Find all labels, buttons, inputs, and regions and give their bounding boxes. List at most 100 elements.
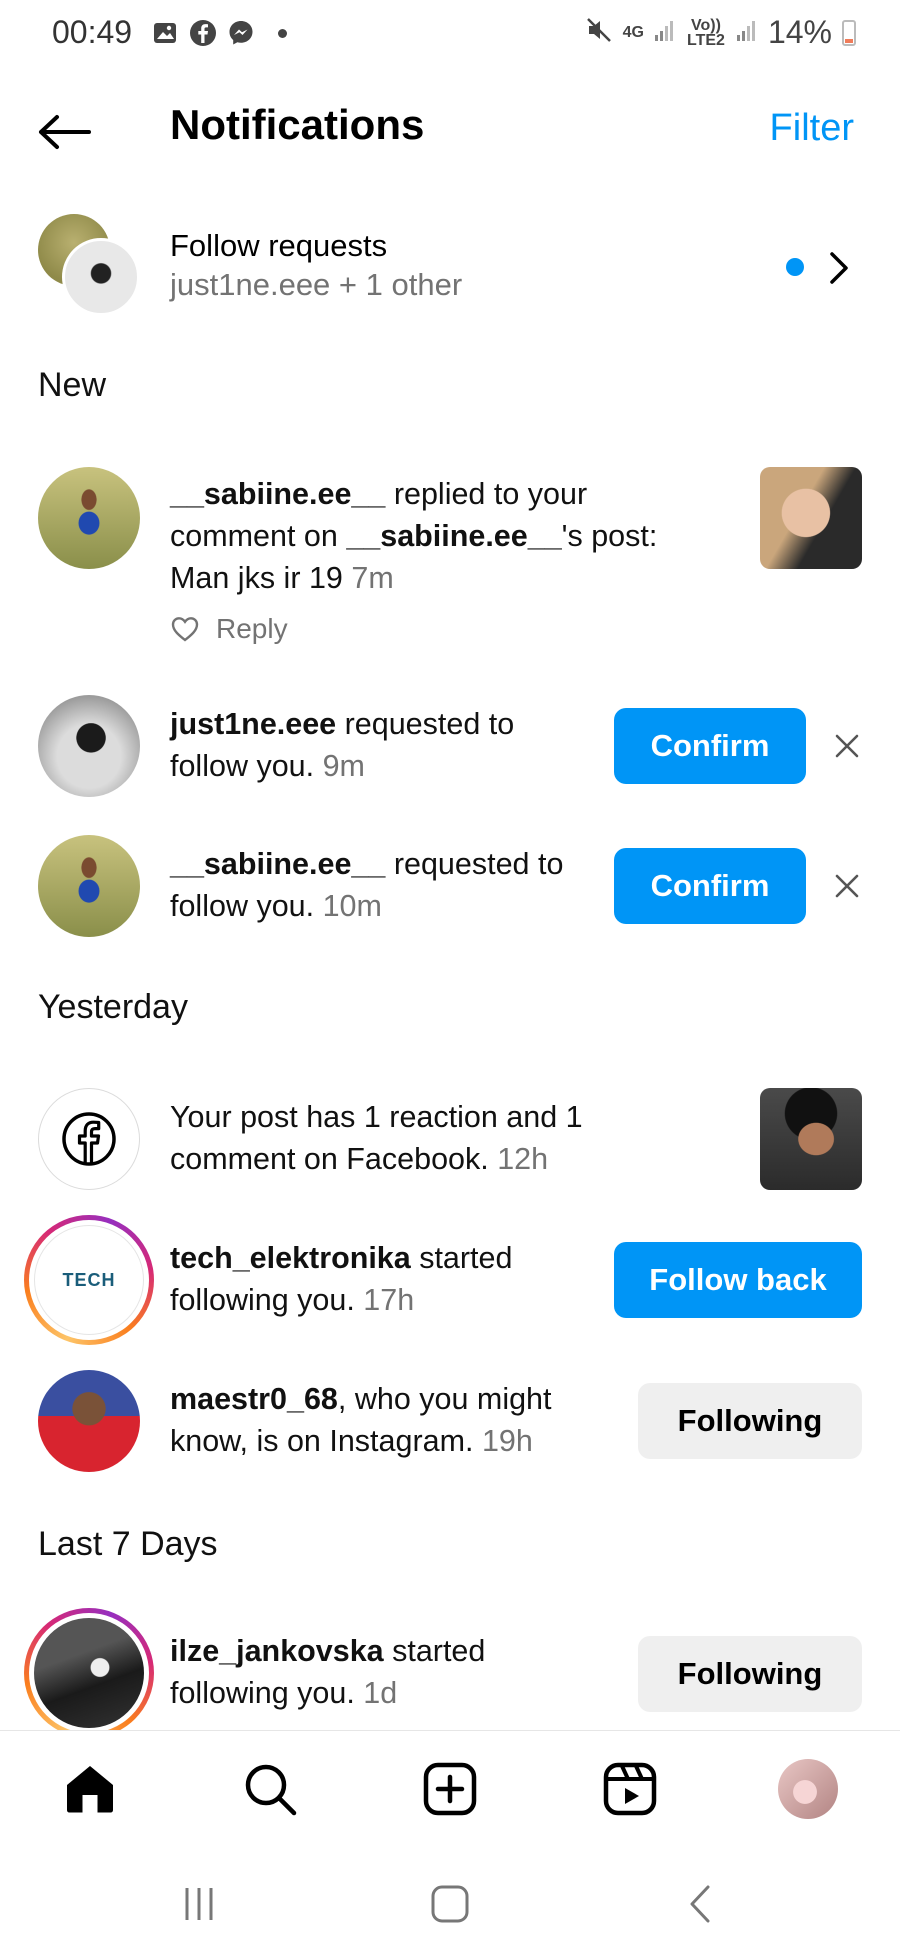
notification-row[interactable]: TECH tech_elektronika started following … bbox=[0, 1215, 900, 1350]
follow-requests-title: Follow requests bbox=[170, 228, 388, 263]
network-volte-label: Vo)) LTE2 bbox=[686, 16, 725, 49]
notification-row[interactable]: ilze_jankovska started following you. 1d… bbox=[0, 1608, 900, 1730]
confirm-button[interactable]: Confirm bbox=[614, 708, 806, 784]
heart-icon[interactable] bbox=[170, 615, 200, 643]
search-icon bbox=[245, 1764, 297, 1816]
status-notification-icons bbox=[150, 18, 287, 48]
timestamp: 19h bbox=[481, 1424, 533, 1458]
following-button[interactable]: Following bbox=[638, 1383, 862, 1459]
status-bar: 00:49 4G Vo)) LTE2 14% bbox=[0, 0, 900, 70]
home-button[interactable] bbox=[425, 1879, 475, 1929]
avatar[interactable] bbox=[38, 467, 140, 569]
notification-row[interactable]: __sabiine.ee__ requested to follow you. … bbox=[0, 835, 900, 945]
messenger-status-icon bbox=[226, 18, 256, 48]
unread-dot bbox=[786, 258, 804, 276]
battery-percent: 14% bbox=[767, 14, 832, 50]
following-button[interactable]: Following bbox=[638, 1636, 862, 1712]
network-4g-label: 4G bbox=[622, 24, 644, 41]
nav-search[interactable] bbox=[240, 1759, 300, 1819]
notification-text: __sabiine.ee__ replied to your comment o… bbox=[170, 477, 658, 595]
signal-icon bbox=[654, 18, 676, 47]
bottom-navigation bbox=[0, 1730, 900, 1845]
timestamp: 7m bbox=[351, 561, 394, 595]
username[interactable]: __sabiine.ee__ bbox=[170, 477, 385, 511]
post-thumbnail[interactable] bbox=[760, 1088, 862, 1190]
notification-row[interactable]: __sabiine.ee__ replied to your comment o… bbox=[0, 465, 900, 665]
reply-button[interactable]: Reply bbox=[216, 613, 288, 645]
status-time: 00:49 bbox=[52, 14, 133, 50]
nav-profile[interactable] bbox=[778, 1759, 838, 1819]
header: Notifications Filter bbox=[0, 95, 900, 165]
username[interactable]: maestr0_68 bbox=[170, 1382, 338, 1416]
home-icon bbox=[67, 1766, 113, 1813]
close-icon bbox=[835, 874, 859, 898]
username[interactable]: __sabiine.ee__ bbox=[346, 519, 561, 553]
timestamp: 17h bbox=[363, 1283, 415, 1317]
section-title-yesterday: Yesterday bbox=[38, 988, 188, 1026]
notification-row[interactable]: maestr0_68, who you might know, is on In… bbox=[0, 1370, 900, 1480]
create-icon bbox=[423, 1762, 477, 1816]
avatar-wrapper: TECH bbox=[29, 1220, 149, 1340]
close-icon bbox=[835, 734, 859, 758]
confirm-button[interactable]: Confirm bbox=[614, 848, 806, 924]
reply-actions: Reply bbox=[170, 613, 288, 645]
timestamp: 12h bbox=[497, 1142, 549, 1176]
avatar bbox=[38, 1088, 140, 1190]
system-back-button[interactable] bbox=[676, 1879, 726, 1929]
nav-reels[interactable] bbox=[600, 1759, 660, 1819]
username[interactable]: tech_elektronika bbox=[170, 1241, 411, 1275]
dismiss-button[interactable] bbox=[830, 729, 864, 763]
signal-2-icon bbox=[736, 18, 758, 47]
section-title-new: New bbox=[38, 366, 107, 404]
username[interactable]: __sabiine.ee__ bbox=[170, 847, 385, 881]
facebook-status-icon bbox=[188, 18, 218, 48]
recent-apps-button[interactable] bbox=[174, 1879, 224, 1929]
back-button[interactable] bbox=[34, 107, 94, 157]
avatar-wrapper bbox=[29, 1613, 149, 1730]
system-navigation-bar bbox=[0, 1845, 900, 1950]
profile-avatar bbox=[778, 1759, 838, 1819]
reels-icon bbox=[603, 1762, 657, 1816]
notification-row[interactable]: just1ne.eee requested to follow you. 9m … bbox=[0, 695, 900, 805]
follow-requests-subtitle: just1ne.eee + 1 other bbox=[170, 267, 463, 302]
status-system-icons: 4G Vo)) LTE2 14% bbox=[585, 14, 856, 51]
story-ring[interactable]: TECH bbox=[24, 1215, 154, 1345]
notification-row[interactable]: Your post has 1 reaction and 1 comment o… bbox=[0, 1088, 900, 1198]
story-ring[interactable] bbox=[24, 1608, 154, 1730]
nav-create[interactable] bbox=[420, 1759, 480, 1819]
notification-text: maestr0_68, who you might know, is on In… bbox=[170, 1382, 552, 1458]
follow-requests-row[interactable]: Follow requests just1ne.eee + 1 other bbox=[0, 210, 900, 320]
notification-text: tech_elektronika started following you. … bbox=[170, 1241, 513, 1317]
avatar[interactable] bbox=[38, 1370, 140, 1472]
nav-home[interactable] bbox=[60, 1759, 120, 1819]
gallery-icon bbox=[150, 18, 180, 48]
avatar: TECH bbox=[34, 1225, 144, 1335]
mute-icon bbox=[585, 16, 613, 49]
home-square-icon bbox=[431, 1885, 469, 1923]
username[interactable]: just1ne.eee bbox=[170, 707, 336, 741]
system-back-icon bbox=[690, 1885, 710, 1923]
battery-icon bbox=[842, 19, 856, 46]
avatar bbox=[34, 1618, 144, 1728]
avatar[interactable] bbox=[38, 695, 140, 797]
timestamp: 10m bbox=[322, 889, 382, 923]
notification-text: just1ne.eee requested to follow you. 9m bbox=[170, 707, 515, 783]
timestamp: 1d bbox=[363, 1676, 398, 1710]
page-title: Notifications bbox=[170, 101, 425, 148]
filter-button[interactable]: Filter bbox=[770, 107, 854, 150]
notification-text: Your post has 1 reaction and 1 comment o… bbox=[170, 1100, 583, 1176]
section-title-last-7-days: Last 7 Days bbox=[38, 1525, 218, 1563]
dismiss-button[interactable] bbox=[830, 869, 864, 903]
follow-request-avatar-2 bbox=[62, 238, 140, 316]
arrow-left-icon bbox=[39, 115, 91, 149]
post-thumbnail[interactable] bbox=[760, 467, 862, 569]
notification-text: __sabiine.ee__ requested to follow you. … bbox=[170, 847, 564, 923]
more-notifications-dot bbox=[278, 28, 287, 38]
avatar[interactable] bbox=[38, 835, 140, 937]
follow-back-button[interactable]: Follow back bbox=[614, 1242, 862, 1318]
timestamp: 9m bbox=[322, 749, 365, 783]
recent-apps-icon bbox=[185, 1888, 213, 1920]
username[interactable]: ilze_jankovska bbox=[170, 1634, 384, 1668]
chevron-right-icon bbox=[830, 252, 848, 284]
notification-text: ilze_jankovska started following you. 1d bbox=[170, 1634, 486, 1710]
